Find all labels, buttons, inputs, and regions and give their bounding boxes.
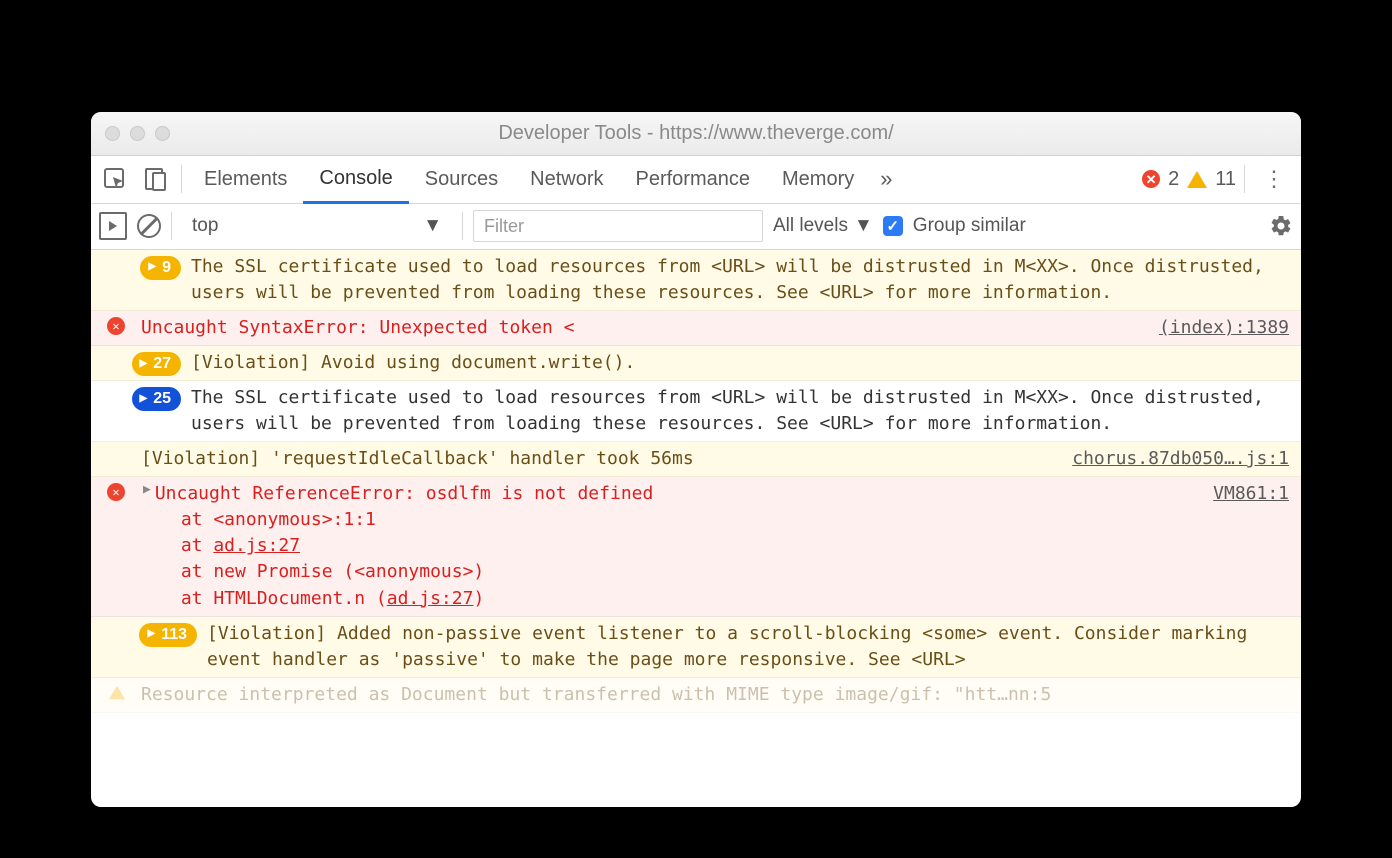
clear-console-icon[interactable] bbox=[137, 214, 161, 238]
log-message: [Violation] 'requestIdleCallback' handle… bbox=[141, 446, 1056, 472]
log-entry-error[interactable]: ✕ Uncaught SyntaxError: Unexpected token… bbox=[91, 311, 1301, 346]
error-icon: ✕ bbox=[107, 317, 125, 335]
tabs-overflow-icon[interactable]: » bbox=[870, 166, 902, 192]
source-link[interactable]: ad.js:27 bbox=[387, 588, 474, 609]
group-similar-checkbox[interactable]: ✓ bbox=[883, 216, 903, 236]
log-message: [Violation] Added non-passive event list… bbox=[207, 621, 1289, 673]
filter-placeholder: Filter bbox=[484, 216, 524, 237]
log-message: [Violation] Avoid using document.write()… bbox=[191, 350, 1289, 376]
badge-count: 113 bbox=[161, 623, 187, 646]
issue-counters[interactable]: ✕ 2 11 bbox=[1142, 168, 1238, 191]
log-entry-warning[interactable]: ▶ 113 [Violation] Added non-passive even… bbox=[91, 617, 1301, 678]
inspect-element-icon[interactable] bbox=[95, 159, 135, 199]
log-message: The SSL certificate used to load resourc… bbox=[191, 385, 1289, 437]
warning-icon bbox=[109, 686, 125, 700]
log-entry-warning[interactable]: ▶ 27 [Violation] Avoid using document.wr… bbox=[91, 346, 1301, 381]
tab-network[interactable]: Network bbox=[514, 155, 619, 203]
source-link[interactable]: ad.js:27 bbox=[213, 535, 300, 556]
devtools-window: Developer Tools - https://www.theverge.c… bbox=[91, 112, 1301, 807]
error-icon: ✕ bbox=[107, 483, 125, 501]
tab-sources[interactable]: Sources bbox=[409, 155, 514, 203]
warning-icon bbox=[1187, 171, 1207, 188]
tab-performance[interactable]: Performance bbox=[620, 155, 767, 203]
log-entry-info[interactable]: ▶ 25 The SSL certificate used to load re… bbox=[91, 381, 1301, 442]
filter-input[interactable]: Filter bbox=[473, 210, 763, 242]
separator bbox=[181, 165, 182, 193]
minimize-window-button[interactable] bbox=[130, 126, 145, 141]
log-source[interactable]: VM861:1 bbox=[1129, 481, 1289, 611]
chevron-down-icon: ▼ bbox=[423, 215, 442, 237]
log-message: Uncaught ReferenceError: osdlfm is not d… bbox=[155, 483, 654, 504]
badge-count: 25 bbox=[153, 387, 171, 410]
tab-elements[interactable]: Elements bbox=[188, 155, 303, 203]
console-log[interactable]: ▶ 9 The SSL certificate used to load res… bbox=[91, 250, 1301, 807]
log-entry-warning[interactable]: [Violation] 'requestIdleCallback' handle… bbox=[91, 442, 1301, 477]
log-entry-error[interactable]: ✕ ▶ Uncaught ReferenceError: osdlfm is n… bbox=[91, 477, 1301, 616]
zoom-window-button[interactable] bbox=[155, 126, 170, 141]
device-toolbar-icon[interactable] bbox=[135, 159, 175, 199]
more-menu-icon[interactable]: ⋮ bbox=[1251, 166, 1297, 192]
expand-caret-icon: ▶ bbox=[148, 260, 156, 275]
badge-count: 27 bbox=[153, 352, 171, 375]
log-message: Resource interpreted as Document but tra… bbox=[141, 682, 1289, 708]
sidebar-toggle-icon[interactable] bbox=[99, 212, 127, 240]
console-toolbar: top ▼ Filter All levels ▼ ✓ Group simila… bbox=[91, 204, 1301, 250]
separator bbox=[1244, 165, 1245, 193]
group-count-badge[interactable]: ▶ 27 bbox=[132, 352, 182, 376]
group-count-badge[interactable]: ▶ 113 bbox=[139, 623, 197, 647]
levels-label: All levels bbox=[773, 215, 848, 237]
expand-caret-icon[interactable]: ▶ bbox=[143, 481, 151, 611]
log-levels-select[interactable]: All levels ▼ bbox=[773, 215, 873, 237]
tab-console[interactable]: Console bbox=[303, 156, 408, 204]
stack-trace: at <anonymous>:1:1 at ad.js:27 at new Pr… bbox=[155, 507, 1129, 611]
log-source[interactable]: chorus.87db050….js:1 bbox=[1056, 446, 1289, 472]
close-window-button[interactable] bbox=[105, 126, 120, 141]
error-count: 2 bbox=[1168, 168, 1179, 191]
badge-count: 9 bbox=[162, 256, 171, 279]
separator bbox=[462, 212, 463, 240]
log-source[interactable]: (index):1389 bbox=[1129, 315, 1289, 341]
log-message: The SSL certificate used to load resourc… bbox=[191, 254, 1289, 306]
traffic-lights bbox=[105, 126, 170, 141]
console-settings-icon[interactable] bbox=[1269, 214, 1293, 238]
error-icon: ✕ bbox=[1142, 170, 1160, 188]
group-count-badge[interactable]: ▶ 25 bbox=[132, 387, 182, 411]
log-entry-warning[interactable]: Resource interpreted as Document but tra… bbox=[91, 678, 1301, 713]
expand-caret-icon: ▶ bbox=[140, 392, 148, 407]
group-similar-label: Group similar bbox=[913, 215, 1026, 237]
expand-caret-icon: ▶ bbox=[147, 627, 155, 642]
tab-memory[interactable]: Memory bbox=[766, 155, 870, 203]
window-title: Developer Tools - https://www.theverge.c… bbox=[91, 122, 1301, 145]
warning-count: 11 bbox=[1215, 168, 1236, 191]
separator bbox=[171, 212, 172, 240]
context-value: top bbox=[192, 215, 218, 237]
group-count-badge[interactable]: ▶ 9 bbox=[140, 256, 181, 280]
log-entry-warning[interactable]: ▶ 9 The SSL certificate used to load res… bbox=[91, 250, 1301, 311]
window-titlebar: Developer Tools - https://www.theverge.c… bbox=[91, 112, 1301, 156]
devtools-tabstrip: Elements Console Sources Network Perform… bbox=[91, 156, 1301, 204]
execution-context-select[interactable]: top ▼ bbox=[182, 211, 452, 241]
expand-caret-icon: ▶ bbox=[140, 357, 148, 372]
chevron-down-icon: ▼ bbox=[854, 215, 873, 237]
log-message: Uncaught SyntaxError: Unexpected token < bbox=[141, 315, 1129, 341]
